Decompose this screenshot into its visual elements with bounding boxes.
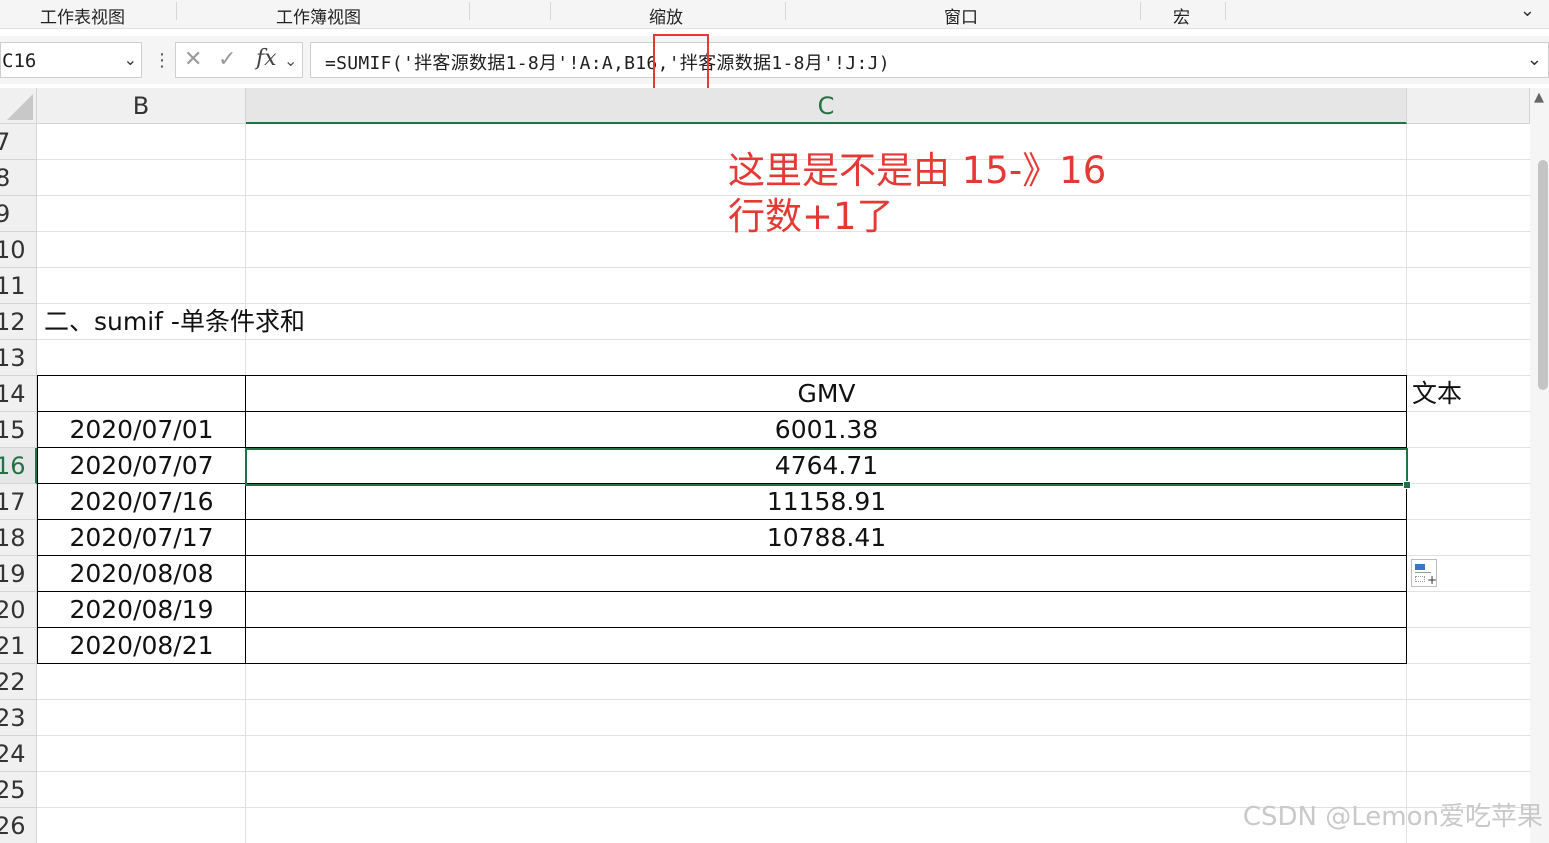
row-header[interactable]: 13 (0, 340, 37, 376)
watermark: CSDN @Lemon爱吃苹果 (1242, 802, 1543, 832)
cancel-icon[interactable]: ✕ (184, 47, 202, 72)
ribbon-group-workbook-view[interactable]: 工作簿视图 (276, 3, 361, 28)
row-header[interactable]: 25 (0, 772, 37, 808)
ribbon-group-window[interactable]: 窗口 (944, 3, 978, 28)
row-header[interactable]: 19 (0, 556, 37, 592)
ribbon-separator (1225, 2, 1226, 20)
formula-bar: C16 ⌄ ⋮ ✕ ✓ fx ⌄ =SUMIF('拌客源数据1-8月'!A:A,… (0, 36, 1549, 84)
scroll-up-icon[interactable]: ▲ (1534, 90, 1544, 105)
ribbon-group-macros[interactable]: 宏 (1173, 3, 1190, 28)
name-box-value: C16 (2, 50, 37, 72)
gridline (37, 735, 1530, 736)
table-border (37, 627, 1407, 628)
date-cell[interactable]: 2020/07/07 (37, 448, 246, 484)
date-cell[interactable]: 2020/08/08 (37, 556, 246, 592)
date-cell[interactable]: 2020/07/01 (37, 412, 246, 448)
table-border (37, 375, 38, 664)
ribbon-group-zoom[interactable]: 缩放 (649, 3, 683, 28)
row-header[interactable]: 23 (0, 700, 37, 736)
selected-cell-c16[interactable] (245, 448, 1408, 486)
table-border (37, 519, 1407, 520)
column-header-c[interactable]: C (246, 88, 1407, 124)
table-border (37, 411, 1407, 412)
table-border (37, 663, 1407, 664)
confirm-icon[interactable]: ✓ (218, 47, 236, 72)
row-header[interactable]: 21 (0, 628, 37, 664)
row-header[interactable]: 16 (0, 448, 37, 484)
column-header-b[interactable]: B (37, 88, 246, 124)
table-border (37, 591, 1407, 592)
column-header-d[interactable] (1407, 88, 1530, 124)
fill-handle[interactable] (1403, 481, 1411, 489)
row-header[interactable]: 14 (0, 376, 37, 412)
annotation-line-1: 这里是不是由 15-》16 (728, 149, 1107, 192)
gridline (37, 267, 1530, 268)
row-header[interactable]: 22 (0, 664, 37, 700)
gridline (37, 771, 1530, 772)
date-cell[interactable]: 2020/07/17 (37, 520, 246, 556)
ribbon-separator (469, 2, 470, 20)
row-header[interactable]: 17 (0, 484, 37, 520)
row-header[interactable]: 24 (0, 736, 37, 772)
date-cell[interactable]: 2020/07/16 (37, 484, 246, 520)
row-header[interactable]: 9 (0, 196, 37, 232)
gmv-value-cell[interactable]: 6001.38 (246, 412, 1407, 448)
ribbon-group-sheet-view[interactable]: 工作表视图 (40, 3, 125, 28)
ribbon-group-strip: 工作表视图 工作簿视图 缩放 窗口 宏 ⌄ (0, 0, 1549, 29)
ribbon-collapse-chevron-icon[interactable]: ⌄ (1520, 0, 1535, 21)
gridline (37, 699, 1530, 700)
section-title[interactable]: 二、sumif -单条件求和 (44, 304, 305, 340)
table-border (245, 375, 246, 664)
gmv-value-cell[interactable]: 11158.91 (246, 484, 1407, 520)
row-header[interactable]: 18 (0, 520, 37, 556)
scrollbar-thumb[interactable] (1538, 160, 1548, 390)
name-box[interactable]: C16 ⌄ (0, 42, 142, 78)
table-border (1406, 375, 1407, 664)
row-header[interactable]: 26 (0, 808, 37, 843)
annotation-note: 这里是不是由 15-》16 行数+1了 (728, 148, 1106, 240)
ribbon-separator (176, 2, 177, 20)
row-header[interactable]: 20 (0, 592, 37, 628)
row-header[interactable]: 8 (0, 160, 37, 196)
ribbon-separator (550, 2, 551, 20)
chevron-down-icon[interactable]: ⌄ (124, 50, 137, 69)
table-border (37, 555, 1407, 556)
ribbon-separator (1140, 2, 1141, 20)
formula-input[interactable]: =SUMIF('拌客源数据1-8月'!A:A,B16,'拌客源数据1-8月'!J… (310, 42, 1549, 78)
worksheet-grid[interactable]: B C 789101112131415161718192021222324252… (0, 88, 1530, 843)
gmv-value-cell[interactable]: 10788.41 (246, 520, 1407, 556)
formula-text-part: =SUMIF('拌客源数据1-8月'!A:A, (325, 53, 625, 74)
formula-text: =SUMIF('拌客源数据1-8月'!A:A,B16,'拌客源数据1-8月'!J… (325, 49, 890, 75)
select-all-corner[interactable] (0, 88, 37, 124)
table-border (37, 375, 1407, 376)
formula-buttons: ✕ ✓ fx ⌄ (175, 42, 303, 78)
date-cell[interactable]: 2020/08/19 (37, 592, 246, 628)
vertical-scrollbar[interactable]: ▲ (1530, 88, 1549, 843)
quick-analysis-icon[interactable]: + (1411, 559, 1437, 587)
date-cell[interactable]: 2020/08/21 (37, 628, 246, 664)
more-options-icon[interactable]: ⋮ (153, 50, 171, 71)
row-header[interactable]: 7 (0, 124, 37, 160)
row-header[interactable]: 11 (0, 268, 37, 304)
ribbon-separator (785, 2, 786, 20)
row-header[interactable]: 15 (0, 412, 37, 448)
table-header-gmv[interactable]: GMV (246, 376, 1407, 412)
insert-function-icon[interactable]: fx (256, 46, 277, 71)
annotation-line-2: 行数+1了 (728, 195, 894, 238)
chevron-down-icon[interactable]: ⌄ (284, 51, 297, 70)
side-label-text[interactable]: 文本 (1412, 376, 1462, 412)
row-header[interactable]: 10 (0, 232, 37, 268)
row-header[interactable]: 12 (0, 304, 37, 340)
expand-formula-bar-icon[interactable]: ⌄ (1527, 49, 1542, 70)
